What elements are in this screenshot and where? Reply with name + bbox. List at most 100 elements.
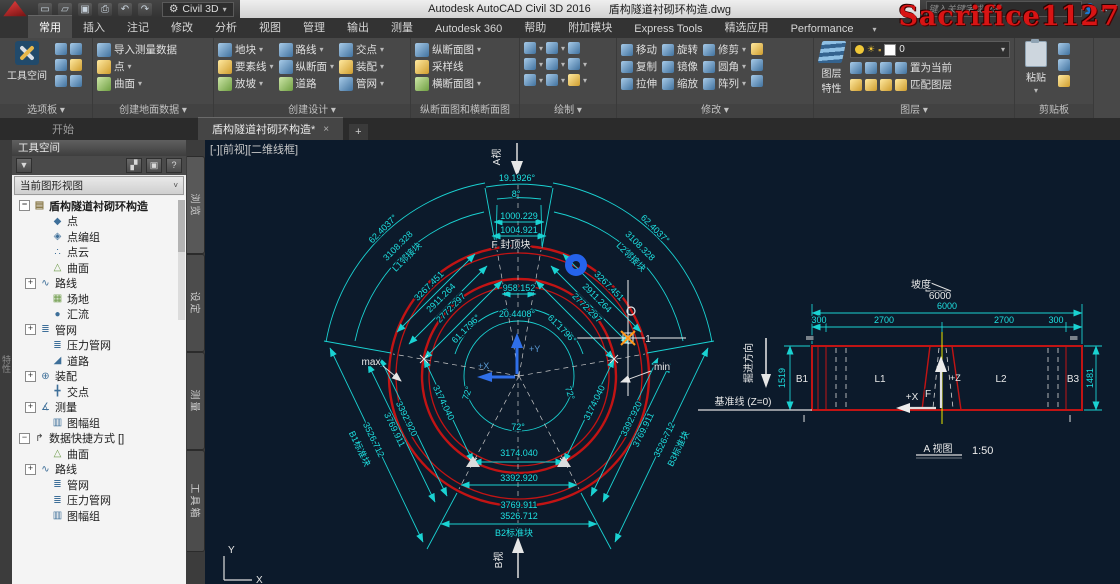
make-current-button[interactable]: 置为当前	[910, 60, 952, 75]
item-view-icon[interactable]: ▞	[126, 158, 142, 173]
tab-output[interactable]: 输出	[336, 16, 380, 38]
tab-insert[interactable]: 插入	[72, 16, 116, 38]
viewport-controls[interactable]: [-][前视][二维线框]	[210, 142, 298, 156]
tree-node-pressure-networks[interactable]: ≣压力管网	[12, 338, 186, 354]
tree-node-point-clouds[interactable]: ∴点云	[12, 245, 186, 261]
sample-lines-button[interactable]: 采样线	[415, 58, 481, 75]
close-icon[interactable]: ×	[323, 124, 329, 135]
tree-node-ds-alignments[interactable]: +∿路线	[12, 462, 186, 478]
tab-prospector[interactable]: 浏览	[187, 156, 205, 254]
tab-survey[interactable]: 测量	[187, 352, 205, 450]
tunnel-cross-section[interactable]: 19.1926° 8° 1000.229 1004.921 F 封顶块 958.…	[324, 143, 714, 578]
layer-select[interactable]: ☀ ▪ 0 ▾	[850, 41, 1010, 58]
sign-in-icon[interactable]: 👤	[1084, 4, 1096, 15]
tree-node-ds-surfaces[interactable]: △曲面	[12, 446, 186, 462]
tree-node-ds-pipe-networks[interactable]: ≣管网	[12, 477, 186, 493]
tree-node-alignments[interactable]: +∿路线	[12, 276, 186, 292]
panel-title-draw[interactable]: 绘制 ▾	[520, 104, 616, 118]
spline-icon[interactable]	[524, 74, 536, 86]
panel-title-palettes[interactable]: 选项板 ▾	[0, 104, 92, 118]
tree-scrollbar[interactable]	[178, 200, 185, 320]
model-space-canvas[interactable]: [-][前视][二维线框]	[205, 140, 1120, 584]
construction-line-icon[interactable]	[524, 58, 536, 70]
tree-node-catchments[interactable]: ●汇流	[12, 307, 186, 323]
surfaces-button[interactable]: 曲面▾	[97, 75, 177, 92]
help-icon[interactable]: ?	[1112, 4, 1118, 15]
panorama-icon[interactable]	[70, 43, 82, 55]
tab-modify[interactable]: 修改	[160, 16, 204, 38]
layer-on-all-icon[interactable]	[850, 79, 862, 91]
tab-survey[interactable]: 测量	[380, 16, 424, 38]
tree-node-points[interactable]: ◆点	[12, 214, 186, 230]
arc-icon[interactable]	[546, 42, 558, 54]
layer-thaw-icon[interactable]	[880, 79, 892, 91]
panel-title-clipboard[interactable]: 剪贴板	[1015, 104, 1093, 118]
tab-analyze[interactable]: 分析	[204, 16, 248, 38]
side-elevation-view[interactable]: 坡度 6000 6000 300 2700 2700 300 1519 1481…	[698, 278, 1102, 458]
tree-node-surfaces[interactable]: △曲面	[12, 260, 186, 276]
drawing-settings-icon[interactable]	[55, 75, 67, 87]
ribbon-collapse-icon[interactable]: ▾	[873, 25, 877, 34]
tree-node-corridors[interactable]: ◢道路	[12, 353, 186, 369]
polyline-icon[interactable]	[568, 42, 580, 54]
panel-title-modify[interactable]: 修改 ▾	[617, 104, 813, 118]
cut-icon[interactable]	[1058, 43, 1070, 55]
tab-toolbox[interactable]: 工具箱	[187, 450, 205, 552]
tree-node-plan-sets[interactable]: ▥图幅组	[12, 415, 186, 431]
grading-button[interactable]: 放坡▾	[218, 75, 274, 92]
tree-node-data-shortcuts[interactable]: −↱数据快捷方式 []	[12, 431, 186, 447]
parcel-button[interactable]: 地块▾	[218, 41, 274, 58]
import-survey-data-button[interactable]: 导入测量数据	[97, 41, 177, 58]
filter-icon[interactable]: ▼	[16, 158, 32, 173]
panel-title-sections[interactable]: 纵断面图和横断面图	[411, 104, 519, 118]
tab-annotate[interactable]: 注记	[116, 16, 160, 38]
preview-toggle-icon[interactable]: ▣	[146, 158, 162, 173]
tab-settings[interactable]: 设定	[187, 254, 205, 352]
plot-icon[interactable]: ⎙	[98, 3, 112, 16]
tree-node-ds-pressure-networks[interactable]: ≣压力管网	[12, 493, 186, 509]
mirror-button[interactable]: 镜像	[662, 58, 698, 75]
redo-icon[interactable]: ↷	[138, 3, 152, 16]
tree-node-ds-plan-sets[interactable]: ▥图幅组	[12, 508, 186, 524]
offset-icon[interactable]	[751, 75, 763, 87]
layer-properties-button[interactable]: 图层特性	[818, 41, 845, 95]
profile-button[interactable]: 纵断面▾	[279, 58, 335, 75]
tab-performance[interactable]: Performance	[780, 20, 865, 38]
array-button[interactable]: 阵列▾	[703, 75, 746, 92]
tab-manage[interactable]: 管理	[292, 16, 336, 38]
layer-freeze-icon[interactable]	[880, 62, 892, 74]
paste-special-icon[interactable]	[1058, 75, 1070, 87]
points-button[interactable]: 点▾	[97, 58, 177, 75]
tab-start[interactable]: 开始	[38, 118, 88, 140]
survey-toolspace-icon[interactable]	[55, 59, 67, 71]
move-button[interactable]: 移动	[621, 41, 657, 58]
tree-node-sites[interactable]: ▦场地	[12, 291, 186, 307]
tab-addins[interactable]: 附加模块	[557, 16, 623, 38]
erase-icon[interactable]	[751, 43, 763, 55]
open-file-icon[interactable]: ▱	[58, 3, 72, 16]
tree-node-pipe-networks[interactable]: +≣管网	[12, 322, 186, 338]
tab-home[interactable]: 常用	[28, 15, 72, 38]
save-palette-icon[interactable]	[70, 75, 82, 87]
rectangle-icon[interactable]	[568, 58, 580, 70]
tab-help[interactable]: 帮助	[513, 16, 557, 38]
tab-drawing[interactable]: 盾构隧道衬砌环构造* ×	[198, 117, 343, 140]
fillet-button[interactable]: 圆角▾	[703, 58, 746, 75]
pipe-network-button[interactable]: 管网▾	[339, 75, 384, 92]
line-icon[interactable]	[524, 42, 536, 54]
copy-button[interactable]: 复制	[621, 58, 657, 75]
trim-button[interactable]: 修剪▾	[703, 41, 746, 58]
copy-clip-icon[interactable]	[1058, 59, 1070, 71]
corridor-button[interactable]: 道路	[279, 75, 335, 92]
new-file-icon[interactable]: ▭	[38, 3, 52, 16]
tab-view[interactable]: 视图	[248, 16, 292, 38]
scale-button[interactable]: 缩放	[662, 75, 698, 92]
paste-button[interactable]: 粘贴▾	[1019, 41, 1053, 95]
match-layer-button[interactable]: 匹配图层	[910, 77, 952, 92]
tab-express-tools[interactable]: Express Tools	[623, 20, 713, 38]
tree-node-intersections[interactable]: ╋交点	[12, 384, 186, 400]
toolspace-button[interactable]: 工具空间	[4, 41, 50, 82]
layer-off-icon[interactable]	[850, 62, 862, 74]
circle-icon[interactable]	[546, 58, 558, 70]
stretch-button[interactable]: 拉伸	[621, 75, 657, 92]
